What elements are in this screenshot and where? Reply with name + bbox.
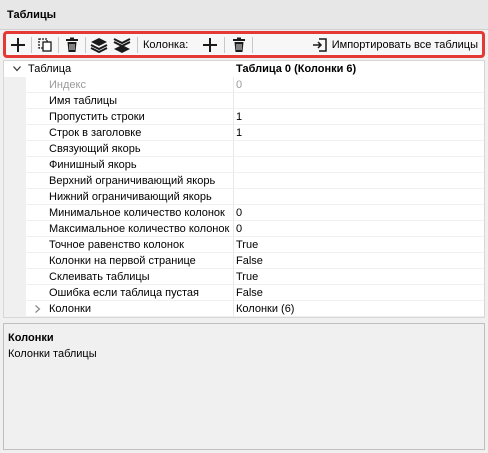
property-row-table-name[interactable]: Имя таблицы	[4, 93, 484, 109]
toolbar-separator	[252, 37, 253, 53]
property-name: Максимальное количество колонок	[49, 223, 230, 235]
chevron-down-icon[interactable]	[12, 63, 22, 75]
delete-table-button[interactable]	[62, 36, 82, 54]
property-value[interactable]: 0	[236, 223, 242, 235]
property-row-error-if-empty[interactable]: Ошибка если таблица пустая False	[4, 285, 484, 301]
import-all-tables-button[interactable]: Импортировать все таблицы	[312, 36, 478, 54]
toolbar-separator	[224, 37, 225, 53]
toolbar-separator	[58, 37, 59, 53]
property-value[interactable]: True	[236, 271, 258, 283]
copy-table-button[interactable]	[35, 36, 55, 54]
property-name: Финишный якорь	[49, 159, 137, 171]
layers-up-icon	[90, 38, 108, 53]
property-row-index[interactable]: Индекс 0	[4, 77, 484, 93]
property-name: Таблица	[28, 63, 72, 75]
property-name: Нижний ограничивающий якорь	[49, 191, 212, 203]
property-name: Строк в заголовке	[49, 127, 142, 139]
property-value: 0	[236, 79, 243, 91]
layers-down-icon	[113, 38, 131, 53]
toolbar-separator	[85, 37, 86, 53]
description-pane: Колонки Колонки таблицы	[3, 323, 485, 450]
property-row-skip-rows[interactable]: Пропустить строки 1	[4, 109, 484, 125]
plus-icon	[11, 38, 25, 52]
description-text: Колонки таблицы	[8, 348, 97, 360]
trash-icon	[66, 37, 78, 52]
property-name: Имя таблицы	[49, 95, 118, 107]
property-row-min-columns[interactable]: Минимальное количество колонок 0	[4, 205, 484, 221]
property-name: Верхний ограничивающий якорь	[49, 175, 216, 187]
property-value[interactable]: Колонки (6)	[236, 303, 294, 315]
tables-panel: Таблицы Колонка: Импортировать все табли…	[0, 0, 488, 453]
property-name: Колонки	[49, 303, 91, 315]
property-value[interactable]: 1	[236, 127, 242, 139]
property-row-exact-columns[interactable]: Точное равенство колонок True	[4, 237, 484, 253]
property-row-link-anchor[interactable]: Связующий якорь	[4, 141, 484, 157]
property-row-finish-anchor[interactable]: Финишный якорь	[4, 157, 484, 173]
delete-column-button[interactable]	[229, 36, 249, 54]
property-name: Индекс	[49, 79, 86, 91]
trash-icon	[233, 37, 245, 52]
chevron-right-icon[interactable]	[33, 303, 43, 315]
add-column-button[interactable]	[200, 36, 220, 54]
import-all-tables-label: Импортировать все таблицы	[331, 39, 478, 51]
property-row-table[interactable]: Таблица Таблица 0 (Колонки 6)	[4, 61, 484, 77]
property-row-header-rows[interactable]: Строк в заголовке 1	[4, 125, 484, 141]
property-value[interactable]: False	[236, 255, 263, 267]
property-grid: Таблица Таблица 0 (Колонки 6) Индекс 0 И…	[3, 60, 485, 318]
property-name: Колонки на первой странице	[49, 255, 196, 267]
property-name: Точное равенство колонок	[49, 239, 184, 251]
panel-title-bar: Таблицы	[0, 0, 488, 30]
toolbar-separator	[31, 37, 32, 53]
toolbar: Колонка: Импортировать все таблицы	[3, 31, 485, 58]
property-name: Связующий якорь	[49, 143, 141, 155]
move-down-button[interactable]	[112, 36, 132, 54]
copy-icon	[38, 38, 52, 52]
property-row-columns[interactable]: Колонки Колонки (6)	[4, 301, 484, 317]
column-label: Колонка:	[143, 39, 189, 51]
plus-icon	[203, 38, 217, 52]
property-row-top-anchor[interactable]: Верхний ограничивающий якорь	[4, 173, 484, 189]
property-name: Склеивать таблицы	[49, 271, 150, 283]
add-table-button[interactable]	[8, 36, 28, 54]
property-name: Ошибка если таблица пустая	[49, 287, 199, 299]
property-name: Пропустить строки	[49, 111, 145, 123]
property-value: Таблица 0 (Колонки 6)	[236, 63, 357, 75]
property-row-columns-first-page[interactable]: Колонки на первой странице False	[4, 253, 484, 269]
import-icon	[312, 38, 327, 52]
property-row-max-columns[interactable]: Максимальное количество колонок 0	[4, 221, 484, 237]
description-title: Колонки	[8, 332, 54, 344]
property-name: Минимальное количество колонок	[49, 207, 225, 219]
toolbar-separator	[137, 37, 138, 53]
property-value[interactable]: True	[236, 239, 258, 251]
panel-title: Таблицы	[7, 9, 56, 21]
property-value[interactable]: False	[236, 287, 263, 299]
property-value[interactable]: 0	[236, 207, 242, 219]
property-row-bottom-anchor[interactable]: Нижний ограничивающий якорь	[4, 189, 484, 205]
property-row-merge-tables[interactable]: Склеивать таблицы True	[4, 269, 484, 285]
move-up-button[interactable]	[89, 36, 109, 54]
property-value[interactable]: 1	[236, 111, 242, 123]
